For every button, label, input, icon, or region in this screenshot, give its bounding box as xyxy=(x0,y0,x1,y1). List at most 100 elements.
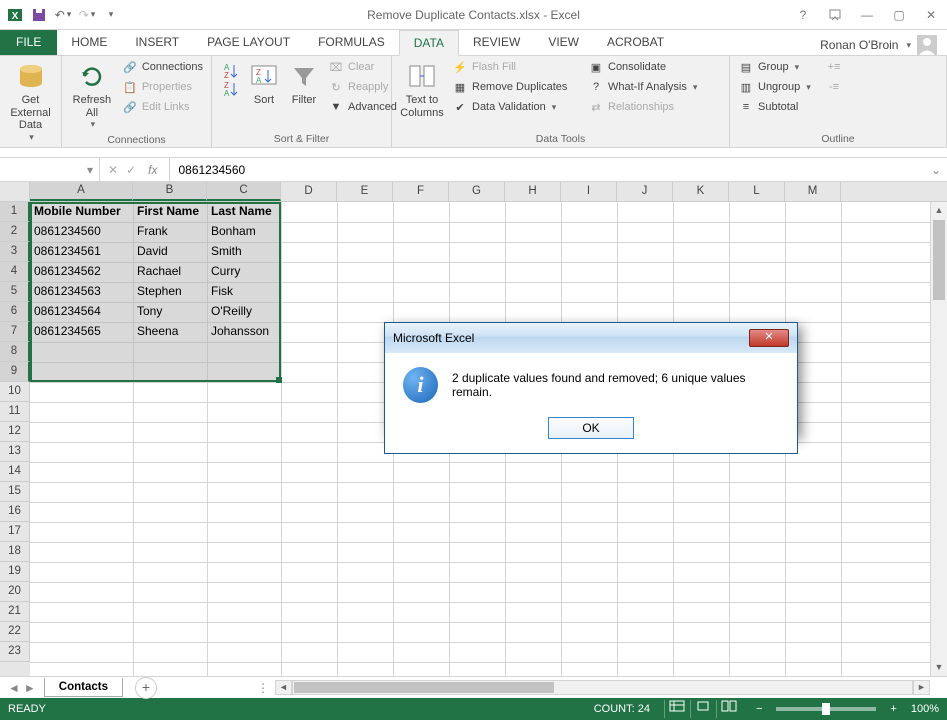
column-header[interactable]: A xyxy=(30,182,133,201)
column-header[interactable]: H xyxy=(505,182,561,201)
vertical-scrollbar[interactable]: ▲ ▼ xyxy=(930,202,947,676)
excel-icon[interactable]: X xyxy=(4,4,26,26)
ungroup-button[interactable]: ▥Ungroup▾ xyxy=(736,78,820,96)
table-cell[interactable]: O'Reilly xyxy=(207,302,281,322)
consolidate-button[interactable]: ▣Consolidate xyxy=(586,58,718,76)
relationships-button[interactable]: ⇄Relationships xyxy=(586,98,718,116)
scroll-left-icon[interactable]: ◄ xyxy=(275,680,292,695)
cancel-formula-icon[interactable]: ✕ xyxy=(108,163,118,177)
sort-button[interactable]: ZA Sort xyxy=(246,58,282,109)
column-header[interactable]: L xyxy=(729,182,785,201)
scroll-right-icon[interactable]: ► xyxy=(913,680,930,695)
connections-button[interactable]: 🔗Connections xyxy=(120,58,205,76)
tab-review[interactable]: REVIEW xyxy=(459,29,534,55)
tab-acrobat[interactable]: ACROBAT xyxy=(593,29,678,55)
sort-az-button[interactable]: AZ ZA xyxy=(218,58,242,104)
get-external-data-button[interactable]: Get External Data▾ xyxy=(6,58,55,144)
sheet-tab-contacts[interactable]: Contacts xyxy=(44,678,123,697)
hide-detail-button[interactable]: -≡ xyxy=(824,78,844,96)
row-header[interactable]: 23 xyxy=(0,642,30,662)
tab-home[interactable]: HOME xyxy=(57,29,121,55)
zoom-slider[interactable] xyxy=(776,707,876,711)
table-cell[interactable]: Curry xyxy=(207,262,281,282)
tab-file[interactable]: FILE xyxy=(0,29,57,55)
sheet-nav-prev-icon[interactable]: ◄ xyxy=(8,681,20,695)
table-cell[interactable]: Fisk xyxy=(207,282,281,302)
row-header[interactable]: 22 xyxy=(0,622,30,642)
row-header[interactable]: 11 xyxy=(0,402,30,422)
scroll-thumb[interactable] xyxy=(933,220,945,300)
column-header[interactable]: E xyxy=(337,182,393,201)
table-cell[interactable]: 0861234562 xyxy=(30,262,133,282)
dialog-titlebar[interactable]: Microsoft Excel ✕ xyxy=(385,323,797,353)
row-header[interactable]: 1 xyxy=(0,202,30,222)
qat-customize-icon[interactable]: ▾ xyxy=(100,4,122,26)
column-header[interactable]: G xyxy=(449,182,505,201)
column-header[interactable]: J xyxy=(617,182,673,201)
table-cell[interactable]: Johansson xyxy=(207,322,281,342)
row-header[interactable]: 20 xyxy=(0,582,30,602)
advanced-button[interactable]: ▼Advanced xyxy=(326,98,399,116)
row-header[interactable]: 21 xyxy=(0,602,30,622)
row-header[interactable]: 15 xyxy=(0,482,30,502)
flash-fill-button[interactable]: ⚡Flash Fill xyxy=(450,58,582,76)
close-icon[interactable]: ✕ xyxy=(919,5,943,25)
table-cell[interactable]: Bonham xyxy=(207,222,281,242)
data-validation-button[interactable]: ✔Data Validation▾ xyxy=(450,98,582,116)
row-header[interactable]: 14 xyxy=(0,462,30,482)
horizontal-scrollbar[interactable]: ⋮ ◄ ► xyxy=(257,680,930,695)
table-cell[interactable]: Sheena xyxy=(133,322,207,342)
row-header[interactable]: 16 xyxy=(0,502,30,522)
table-cell[interactable]: Stephen xyxy=(133,282,207,302)
table-cell[interactable]: 0861234565 xyxy=(30,322,133,342)
subtotal-button[interactable]: ≡Subtotal xyxy=(736,98,820,116)
user-area[interactable]: Ronan O'Broin ▾ xyxy=(820,35,947,55)
group-button[interactable]: ▤Group▾ xyxy=(736,58,820,76)
table-cell[interactable]: Frank xyxy=(133,222,207,242)
tab-view[interactable]: VIEW xyxy=(534,29,593,55)
column-header[interactable]: I xyxy=(561,182,617,201)
column-header[interactable]: F xyxy=(393,182,449,201)
scroll-up-icon[interactable]: ▲ xyxy=(931,202,947,219)
view-page-break-icon[interactable] xyxy=(716,700,742,718)
row-header[interactable]: 19 xyxy=(0,562,30,582)
save-icon[interactable] xyxy=(28,4,50,26)
column-header[interactable]: C xyxy=(207,182,281,201)
text-to-columns-button[interactable]: Text to Columns xyxy=(398,58,446,121)
edit-links-button[interactable]: 🔗Edit Links xyxy=(120,98,205,116)
reapply-button[interactable]: ↻Reapply xyxy=(326,78,399,96)
zoom-in-icon[interactable]: + xyxy=(890,703,896,715)
maximize-icon[interactable]: ▢ xyxy=(887,5,911,25)
formula-input[interactable]: 0861234560 xyxy=(170,163,924,177)
view-normal-icon[interactable] xyxy=(664,700,690,718)
row-header[interactable]: 2 xyxy=(0,222,30,242)
fill-handle[interactable] xyxy=(276,377,282,383)
remove-duplicates-button[interactable]: ▦Remove Duplicates xyxy=(450,78,582,96)
table-header-cell[interactable]: Mobile Number xyxy=(30,202,133,222)
select-all-corner[interactable] xyxy=(0,182,30,201)
row-header[interactable]: 6 xyxy=(0,302,30,322)
what-if-button[interactable]: ?What-If Analysis▾ xyxy=(586,78,718,96)
redo-icon[interactable]: ↷▾ xyxy=(76,4,98,26)
row-header[interactable]: 7 xyxy=(0,322,30,342)
row-header[interactable]: 3 xyxy=(0,242,30,262)
table-cell[interactable]: 0861234560 xyxy=(30,222,133,242)
scroll-down-icon[interactable]: ▼ xyxy=(931,659,947,676)
column-header[interactable]: B xyxy=(133,182,207,201)
filter-button[interactable]: Filter xyxy=(286,58,322,109)
clear-button[interactable]: ⌧Clear xyxy=(326,58,399,76)
dialog-close-button[interactable]: ✕ xyxy=(749,329,789,347)
table-cell[interactable]: 0861234564 xyxy=(30,302,133,322)
zoom-out-icon[interactable]: − xyxy=(756,703,762,715)
hscroll-thumb[interactable] xyxy=(294,682,554,693)
row-header[interactable]: 18 xyxy=(0,542,30,562)
undo-icon[interactable]: ↶▾ xyxy=(52,4,74,26)
help-icon[interactable]: ? xyxy=(791,5,815,25)
minimize-icon[interactable]: — xyxy=(855,5,879,25)
table-header-cell[interactable]: Last Name xyxy=(207,202,281,222)
table-cell[interactable]: 0861234561 xyxy=(30,242,133,262)
tab-page-layout[interactable]: PAGE LAYOUT xyxy=(193,29,304,55)
row-header[interactable]: 5 xyxy=(0,282,30,302)
column-header[interactable]: D xyxy=(281,182,337,201)
fx-icon[interactable]: fx xyxy=(144,163,161,177)
